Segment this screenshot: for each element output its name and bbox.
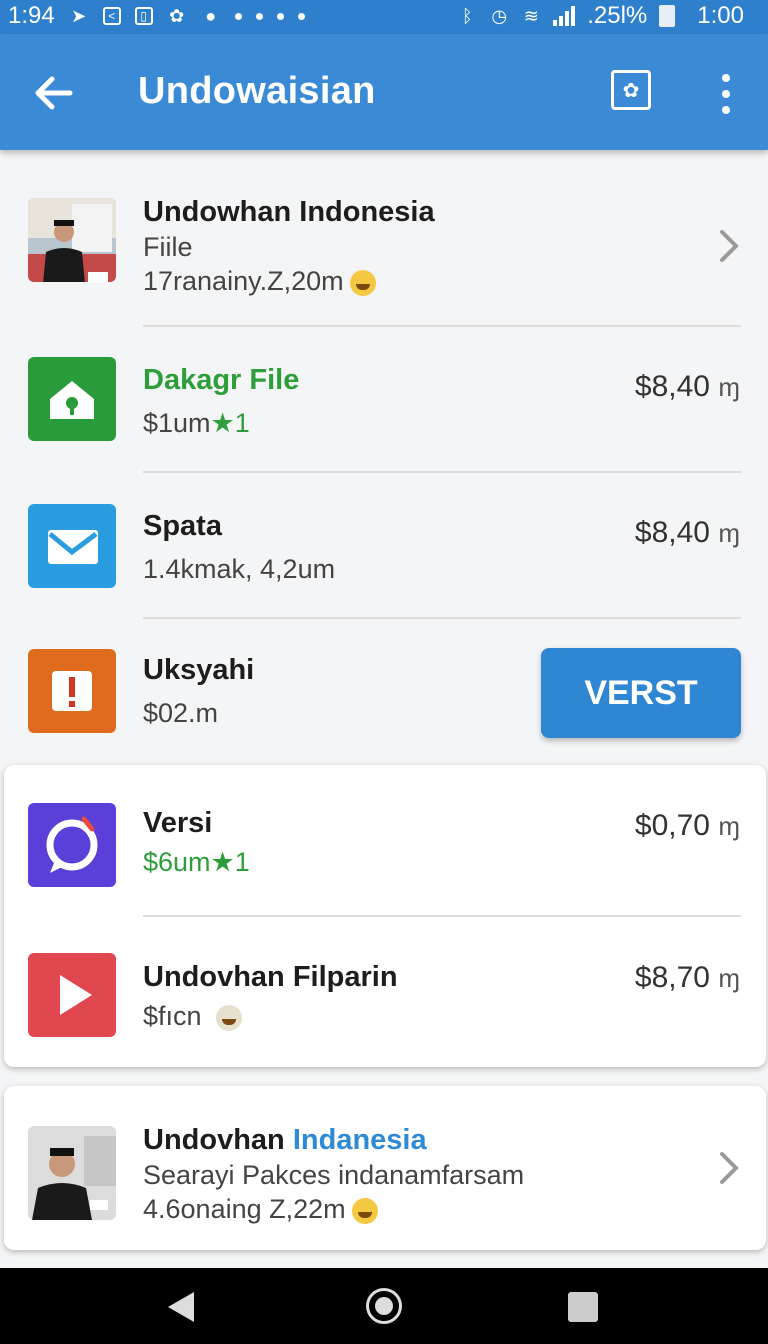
smile-emoji-icon — [351, 1197, 378, 1224]
item-title-text: Undovhan — [143, 1124, 285, 1156]
location-icon: ● — [205, 6, 217, 26]
price-unit: ɱ — [718, 518, 740, 548]
arrow-left-icon — [35, 76, 73, 110]
item-title-text: Undovhan Filparin — [143, 961, 398, 993]
star-rating: ★1 — [210, 847, 250, 877]
item-title: Dakagr File — [143, 364, 300, 396]
mail-icon — [28, 504, 116, 588]
chevron-right-icon — [720, 230, 739, 262]
alert-icon — [28, 649, 116, 733]
more-options-button[interactable] — [712, 74, 740, 114]
price-value: $8,40 — [634, 370, 710, 403]
system-nav-bar — [0, 1268, 768, 1344]
star-rating: ★1 — [210, 408, 250, 438]
item-title: Versi — [143, 807, 213, 839]
list-item[interactable]: Versi $6um★1 $0,70 ɱ — [0, 765, 768, 915]
alarm-icon: ◷ — [491, 6, 508, 26]
battery-icon — [659, 5, 676, 27]
item-meta-text: 4.6onaing Z,22m — [143, 1194, 346, 1224]
item-title: Undovhan Filparin — [143, 961, 398, 994]
smile-emoji-icon — [349, 269, 376, 296]
person-photo — [28, 198, 116, 282]
item-price: $8,40 ɱ — [635, 516, 740, 550]
nav-recents-icon[interactable] — [568, 1292, 598, 1322]
share-icon: < — [102, 7, 121, 25]
scan-button[interactable]: ✿ — [611, 70, 651, 110]
item-subtitle-text: $fıcn — [143, 1001, 202, 1031]
list-item[interactable]: Spata 1.4kmak, 4,2um $8,40 ɱ — [0, 474, 768, 618]
divider — [143, 325, 741, 327]
item-subtitle: $02.m — [143, 698, 219, 728]
price-unit: ɱ — [718, 811, 740, 841]
page-title: Undowaisian — [138, 70, 376, 112]
item-title: Uksyahi — [143, 654, 255, 686]
chevron-right-icon — [720, 1152, 739, 1184]
back-button[interactable] — [30, 70, 76, 116]
item-subtitle-text: $1um — [143, 408, 211, 438]
nav-home-icon[interactable] — [366, 1288, 402, 1324]
list-card: Versi $6um★1 $0,70 ɱ Undovhan Filparin $… — [4, 765, 766, 1067]
play-icon — [28, 953, 116, 1037]
item-title: Undovhan Indanesia — [143, 1124, 427, 1157]
status-time: 1:94 — [8, 2, 55, 29]
bluetooth-icon: ᛒ — [461, 6, 473, 26]
battery-percent: .25l% — [587, 2, 648, 29]
item-subtitle: $6um★1 — [143, 847, 250, 878]
item-price: $8,70 ɱ — [635, 961, 740, 995]
item-subtitle: Searayi Pakces indanamfarsam — [143, 1160, 525, 1190]
price-value: $8,40 — [634, 516, 710, 549]
price-value: $8,70 — [634, 961, 710, 994]
divider — [143, 617, 741, 619]
list-item[interactable]: Undovhan Filparin $fıcn $8,70 ɱ — [0, 917, 768, 1067]
more-vert-icon — [722, 74, 730, 82]
item-price: $8,40 ɱ — [635, 370, 740, 404]
item-title: Spata — [143, 510, 222, 542]
list-item[interactable]: Dakagr File $1um★1 $8,40 ɱ — [0, 328, 768, 472]
item-title-highlight: Indanesia — [292, 1124, 427, 1156]
face-emoji-icon — [215, 1004, 242, 1031]
item-meta-text: 17ranainy.Z,20m — [143, 266, 344, 296]
navigation-icon: ➤ — [71, 6, 87, 26]
person-photo — [28, 1126, 116, 1220]
list-card: Undovhan Indanesia Searayi Pakces indana… — [4, 1086, 766, 1250]
item-subtitle-text: $6um — [143, 847, 211, 877]
notification-dot-icon — [255, 12, 263, 20]
item-subtitle: Fiile — [143, 232, 193, 262]
item-title: Undowhan Indonesia — [143, 196, 435, 228]
home-icon — [28, 357, 116, 441]
list-item[interactable]: Undovhan Indanesia Searayi Pakces indana… — [0, 1086, 768, 1250]
app-bar: Undowaisian ✿ — [0, 34, 768, 150]
status-bar: 1:94 ➤ < ▯ ✿ ● ᛒ ◷ ≋ .25l% 1:00 — [0, 0, 768, 34]
price-unit: ɱ — [718, 372, 740, 402]
item-subtitle: 1.4kmak, 4,2um — [143, 554, 336, 584]
verst-button[interactable]: VERST — [541, 648, 741, 738]
item-meta: 4.6onaing Z,22m — [143, 1194, 378, 1225]
notification-dot-icon — [276, 12, 284, 20]
chat-bubble-icon — [28, 803, 116, 887]
price-unit: ɱ — [718, 963, 740, 993]
item-meta: 17ranainy.Z,20m — [143, 266, 376, 297]
nav-back-icon[interactable] — [166, 1290, 196, 1324]
notification-dot-icon — [234, 12, 242, 20]
item-subtitle: $fıcn — [143, 1001, 242, 1032]
signal-icon — [553, 6, 576, 26]
item-price: $0,70 ɱ — [635, 809, 740, 843]
notification-dot-icon — [297, 12, 305, 20]
sim-icon: ▯ — [134, 7, 153, 25]
app-icon: ✿ — [169, 6, 185, 26]
item-subtitle: $1um★1 — [143, 408, 250, 439]
wifi-icon: ≋ — [523, 6, 539, 26]
clock: 1:00 — [697, 2, 744, 29]
list-item[interactable]: Undowhan Indonesia Fiile 17ranainy.Z,20m — [0, 176, 768, 326]
price-value: $0,70 — [634, 809, 710, 842]
flower-icon: ✿ — [622, 79, 640, 102]
divider — [143, 471, 741, 473]
